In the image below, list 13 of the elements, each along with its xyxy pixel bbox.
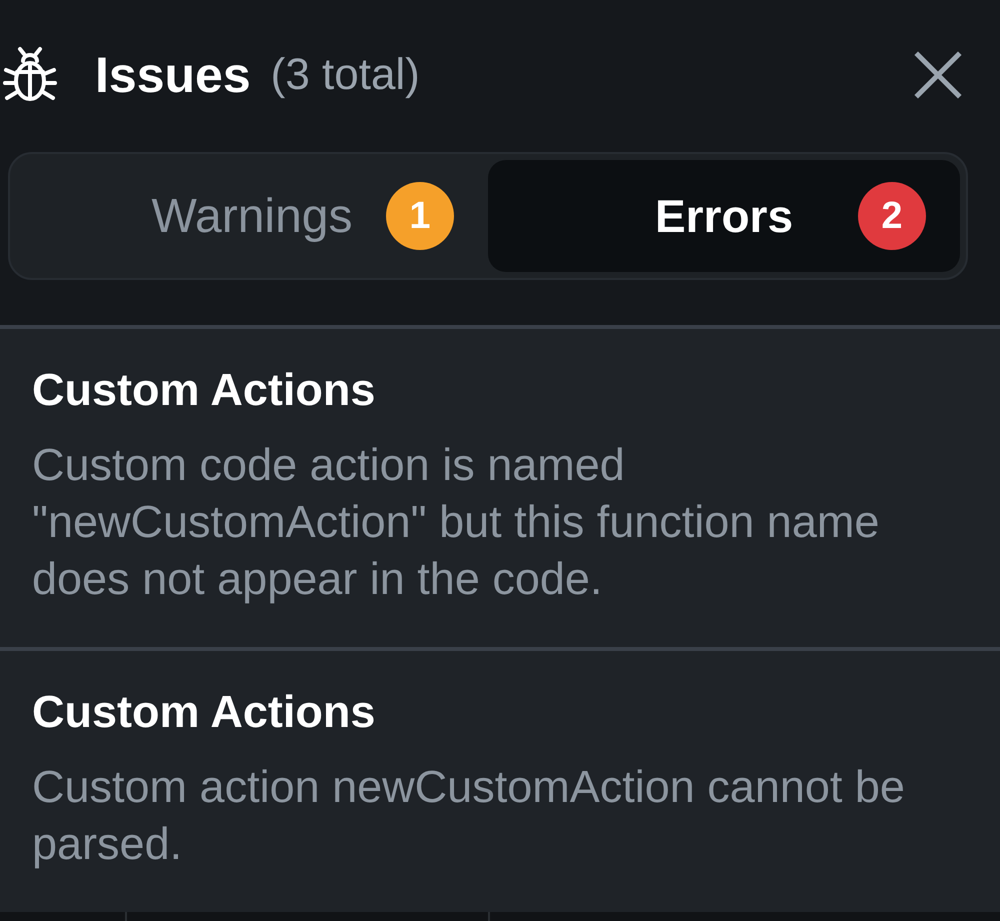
issue-count: (3 total) [270,50,420,100]
close-icon [914,51,962,99]
tab[interactable]: Errors 2 [488,160,960,272]
issue-title: Custom Actions [32,363,376,417]
issue-message: Custom action newCustomAction cannot be parsed. [32,760,906,871]
count-badge: 2 [858,182,926,250]
issue-title: Custom Actions [32,685,376,739]
count-badge: 1 [386,182,454,250]
bug-icon [2,46,58,104]
close-button[interactable] [914,51,962,99]
panel-title: Issues [95,48,251,102]
tab[interactable]: Warnings 1 [16,160,488,272]
issue-message: Custom code action is named "newCustomAction" but this function name does not appear in the code. [32,438,880,606]
